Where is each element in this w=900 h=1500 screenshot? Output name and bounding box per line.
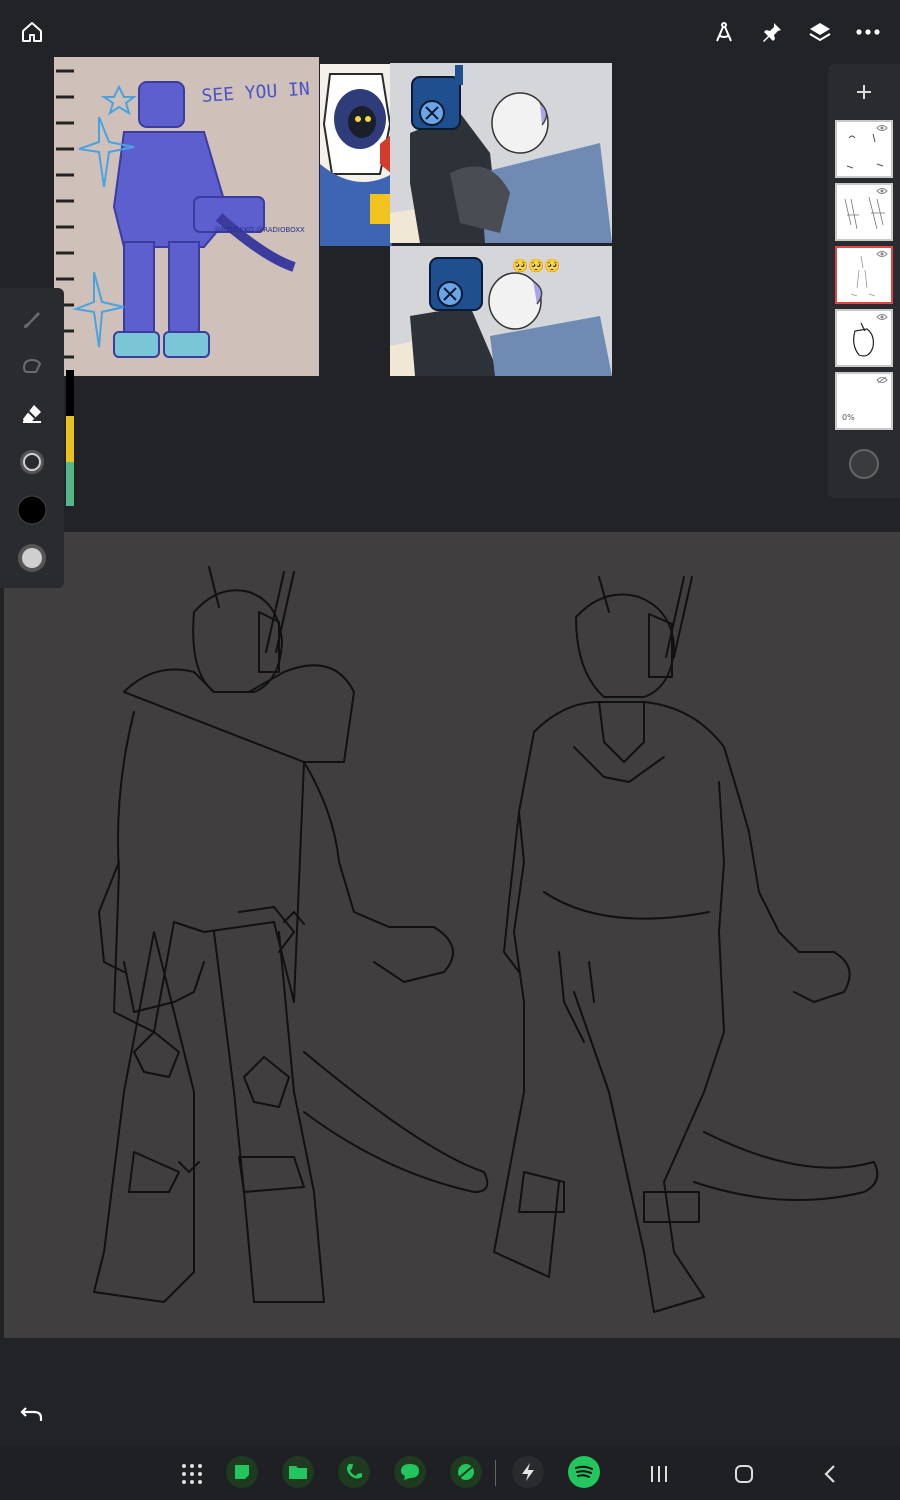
eye-icon[interactable] xyxy=(876,250,888,258)
undo-icon[interactable] xyxy=(20,1402,46,1426)
home-nav-icon[interactable] xyxy=(733,1463,755,1485)
layer-thumb-5[interactable]: 0% xyxy=(835,372,893,430)
smudge-icon[interactable] xyxy=(14,348,50,384)
opacity-slider[interactable] xyxy=(66,462,74,506)
flash-icon[interactable] xyxy=(512,1456,544,1488)
credit-text: @RZJZIKKO @RADIOBOXX xyxy=(214,226,305,234)
phone-icon[interactable] xyxy=(338,1456,370,1488)
recents-icon[interactable] xyxy=(648,1464,670,1484)
color-swatch-icon[interactable] xyxy=(14,492,50,528)
brush-icon[interactable] xyxy=(14,302,50,338)
eye-icon[interactable] xyxy=(876,187,888,195)
system-navbar xyxy=(0,1446,900,1500)
size-slider-fill xyxy=(66,416,74,462)
back-icon[interactable] xyxy=(820,1463,840,1485)
layer-thumb-4[interactable] xyxy=(835,309,893,367)
app-drawer-icon[interactable] xyxy=(180,1462,204,1486)
files-icon[interactable] xyxy=(282,1456,314,1488)
opacity-icon[interactable] xyxy=(14,540,50,576)
layer-thumb-2[interactable] xyxy=(835,183,893,241)
emoji-caption: 🥺🥺🥺 xyxy=(512,258,561,274)
eraser-icon[interactable] xyxy=(14,396,50,432)
add-layer-icon[interactable] xyxy=(854,82,874,102)
size-slider-track[interactable] xyxy=(66,370,74,416)
eye-icon[interactable] xyxy=(876,313,888,321)
eye-icon[interactable] xyxy=(876,124,888,132)
brush-size-icon[interactable] xyxy=(14,444,50,480)
reference-image-comic-top[interactable] xyxy=(390,63,612,243)
layer-color-icon[interactable] xyxy=(849,449,879,479)
sketch-figure-tshirt xyxy=(493,576,879,1313)
compass-ruler-icon[interactable] xyxy=(710,18,738,46)
layer-thumb-3-active[interactable] xyxy=(835,246,893,304)
layer-thumb-1[interactable] xyxy=(835,120,893,178)
home-icon[interactable] xyxy=(18,18,46,46)
dock-divider xyxy=(495,1460,496,1486)
reference-image-owl[interactable] xyxy=(320,64,392,246)
reference-image-comic-bottom[interactable]: 🥺🥺🥺 xyxy=(390,246,612,376)
eye-hidden-icon[interactable] xyxy=(876,376,888,384)
layers-panel: 0% xyxy=(828,64,900,498)
layer-opacity-label: 0% xyxy=(842,413,855,422)
notebook-text: SEE YOU IN HELL xyxy=(201,75,319,107)
messages-icon[interactable] xyxy=(394,1456,426,1488)
sketch-figure-jacket xyxy=(93,566,489,1303)
layers-icon[interactable] xyxy=(806,18,834,46)
reference-image-notebook[interactable]: SEE YOU IN HELL @RZJZIKKO @RADIOBOXX xyxy=(54,57,319,376)
pin-icon[interactable] xyxy=(758,18,786,46)
drawing-canvas[interactable] xyxy=(4,532,900,1338)
notes-icon[interactable] xyxy=(226,1456,258,1488)
more-icon[interactable] xyxy=(854,18,882,46)
left-tool-panel xyxy=(0,288,64,588)
browser-icon[interactable] xyxy=(450,1456,482,1488)
spotify-icon[interactable] xyxy=(568,1456,600,1488)
